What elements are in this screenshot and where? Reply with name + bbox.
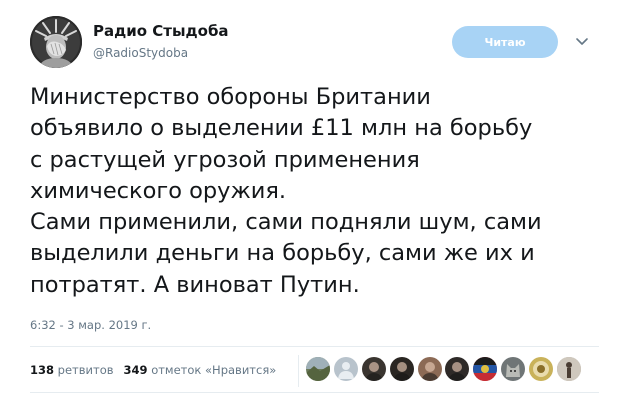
- tweet-text: Министерство обороны Британии объявило о…: [30, 82, 610, 301]
- divider: [30, 346, 599, 347]
- person-photo-avatar[interactable]: [389, 357, 414, 381]
- retweets-count: 138: [30, 363, 55, 377]
- cat-avatar[interactable]: [501, 357, 526, 381]
- likes-stat[interactable]: 349 отметок «Нравится»: [124, 363, 277, 377]
- tweet-line: потратят. А виноват Путин.: [30, 271, 360, 298]
- author-handle[interactable]: @RadioStydoba: [93, 46, 188, 60]
- default-egg-avatar[interactable]: [333, 357, 358, 381]
- person-photo-avatar[interactable]: [417, 357, 442, 381]
- tweet-timestamp[interactable]: 6:32 - 3 мар. 2019 г.: [30, 318, 151, 332]
- person-photo-avatar[interactable]: [445, 357, 470, 381]
- author-name[interactable]: Радио Стыдоба: [93, 22, 229, 40]
- likers-avatars: [306, 357, 585, 381]
- divider: [30, 392, 599, 393]
- statue-of-liberty-facepalm-icon: [30, 16, 82, 68]
- tweet-line: с растущей угрозой применения: [30, 146, 420, 173]
- avatar[interactable]: [30, 16, 82, 68]
- landscape-avatar[interactable]: [306, 357, 330, 381]
- tweet-line: химического оружия.: [30, 177, 287, 204]
- chevron-down-icon[interactable]: [574, 34, 590, 50]
- retweets-label: ретвитов: [57, 363, 114, 377]
- tweet-line: выделили деньги на борьбу, сами же их и: [30, 240, 535, 267]
- tweet-line: объявило о выделении £11 млн на борьбу: [30, 115, 533, 142]
- person-silhouette-avatar[interactable]: [557, 357, 582, 381]
- person-photo-avatar[interactable]: [361, 357, 386, 381]
- tweet-line: Сами применили, сами подняли шум, сами: [30, 209, 542, 236]
- likes-count: 349: [123, 363, 148, 377]
- likes-label: отметок «Нравится»: [151, 363, 277, 377]
- retweets-stat[interactable]: 138 ретвитов: [30, 363, 114, 377]
- tweet-line: Министерство обороны Британии: [30, 84, 431, 110]
- tweet-stats: 138 ретвитов 349 отметок «Нравится»: [30, 363, 276, 377]
- divider: [298, 355, 299, 387]
- follow-button[interactable]: Читаю: [452, 26, 558, 58]
- flag-avatar[interactable]: [473, 357, 498, 381]
- emblem-avatar[interactable]: [529, 357, 554, 381]
